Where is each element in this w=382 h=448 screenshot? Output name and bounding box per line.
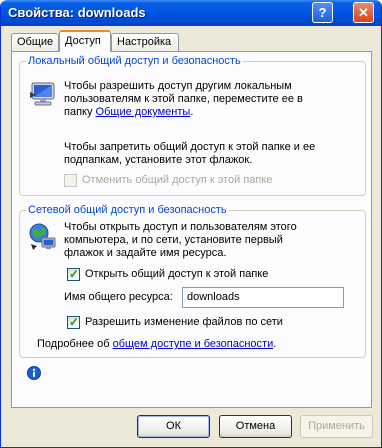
share-name-input[interactable]: downloads (182, 287, 344, 308)
shared-documents-link[interactable]: Общие документы (96, 106, 191, 118)
allow-change-checkbox[interactable]: ✓ (67, 315, 80, 329)
title-bar[interactable]: Свойства: downloads ? ✕ (1, 0, 381, 26)
cancel-button[interactable]: Отмена (219, 415, 292, 438)
local-computer-icon (30, 82, 55, 106)
local-text-line-3: папку Общие документы. (64, 106, 360, 119)
local-stop-text-line-2: подпапкам, установите этот флажок. (64, 154, 253, 166)
local-stop-sharing-description: Чтобы запретить общий доступ к этой папк… (64, 141, 360, 167)
close-button[interactable]: ✕ (353, 2, 374, 23)
more-info-prefix: Подробнее об (37, 338, 113, 350)
tab-sharing[interactable]: Доступ (59, 30, 111, 52)
allow-change-label: Разрешить изменение файлов по сети (85, 316, 283, 328)
sharing-tab-panel: Локальный общий доступ и безопасность Чт… (11, 51, 372, 408)
ok-button[interactable]: ОК (137, 415, 210, 438)
window-title: Свойства: downloads (8, 5, 146, 20)
local-stop-text-line-1: Чтобы запретить общий доступ к этой папк… (64, 141, 316, 153)
share-folder-checkbox[interactable]: ✓ (67, 267, 80, 281)
stop-sharing-label: Отменить общий доступ к этой папке (82, 174, 273, 186)
share-folder-label: Открыть общий доступ к этой папке (85, 268, 269, 280)
local-text-line-3-suffix: . (190, 106, 194, 118)
network-text-line-3: флажок и задайте имя ресурса. (64, 247, 227, 259)
network-text-line-2: компьютера, и по сети, установите первый (64, 234, 283, 246)
local-text-line-2: пользователям к этой папке, переместите … (64, 93, 303, 105)
network-sharing-group-title: Сетевой общий доступ и безопасность (26, 204, 229, 216)
dialog-client-area: Общие Доступ Настройка Локальный общий д… (4, 26, 378, 444)
network-sharing-group: Сетевой общий доступ и безопасность Чтоб… (19, 204, 366, 358)
local-text-line-3-prefix: папку (64, 106, 96, 118)
stop-sharing-checkbox[interactable] (64, 174, 77, 187)
local-sharing-group-title: Локальный общий доступ и безопасность (26, 55, 243, 67)
share-name-label: Имя общего ресурса: (64, 291, 173, 303)
share-folder-checkmark-icon: ✓ (69, 267, 80, 281)
properties-window: Свойства: downloads ? ✕ Общие Доступ Нас… (0, 0, 382, 448)
help-button[interactable]: ? (312, 2, 333, 23)
info-icon[interactable] (27, 366, 41, 380)
tab-customize[interactable]: Настройка (111, 33, 179, 51)
more-info-suffix: . (273, 338, 277, 350)
local-sharing-description: Чтобы разрешить доступ другим локальным … (64, 80, 360, 119)
local-sharing-group: Локальный общий доступ и безопасность Чт… (19, 55, 366, 196)
apply-button[interactable]: Применить (300, 415, 373, 438)
local-text-line-1: Чтобы разрешить доступ другим локальным (64, 80, 292, 92)
network-globe-icon (29, 223, 56, 250)
allow-change-checkmark-icon: ✓ (69, 315, 80, 329)
tab-general[interactable]: Общие (11, 33, 59, 51)
network-text-line-1: Чтобы открыть доступ и пользователям это… (64, 221, 297, 233)
more-info-text: Подробнее об общем доступе и безопасност… (37, 338, 276, 351)
sharing-security-link[interactable]: общем доступе и безопасности (113, 338, 274, 350)
network-sharing-description: Чтобы открыть доступ и пользователям это… (64, 221, 360, 260)
